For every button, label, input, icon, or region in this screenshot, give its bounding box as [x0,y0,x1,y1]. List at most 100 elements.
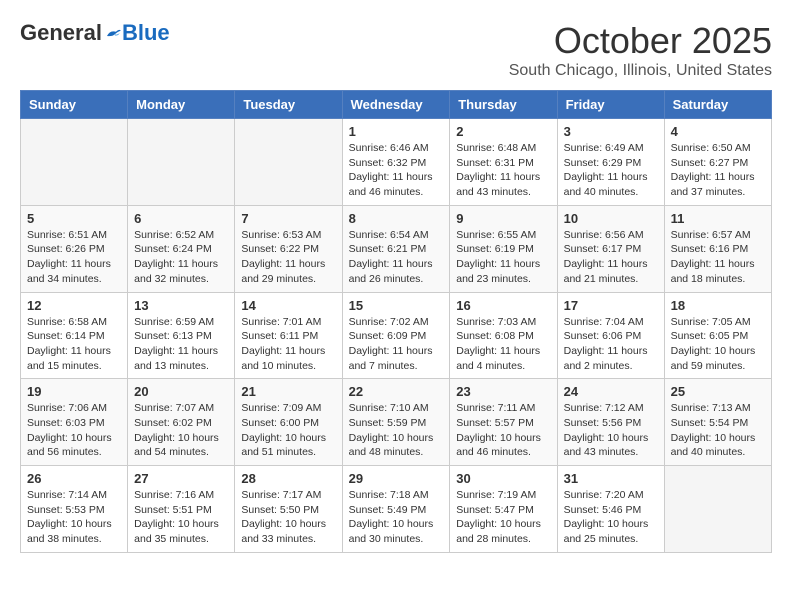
day-info: Sunrise: 7:20 AM Sunset: 5:46 PM Dayligh… [564,488,658,547]
calendar-cell: 6 Sunrise: 6:52 AM Sunset: 6:24 PM Daylig… [128,205,235,292]
logo-bird-icon [104,24,122,42]
day-info: Sunrise: 7:06 AM Sunset: 6:03 PM Dayligh… [27,401,121,460]
day-number: 7 [241,211,335,226]
calendar-cell: 11Sunrise: 6:57 AM Sunset: 6:16 PM Dayli… [664,205,771,292]
day-number: 31 [564,471,658,486]
calendar-cell: 15 Sunrise: 7:02 AM Sunset: 6:09 PM Dayli… [342,292,450,379]
day-number: 8 [349,211,444,226]
day-info: Sunrise: 6:48 AM Sunset: 6:31 PM Dayligh… [456,141,550,200]
day-info: Sunrise: 6:51 AM Sunset: 6:26 PM Dayligh… [27,228,121,287]
day-info: Sunrise: 7:13 AM Sunset: 5:54 PM Dayligh… [671,401,765,460]
calendar-cell [21,119,128,206]
day-info: Sunrise: 7:19 AM Sunset: 5:47 PM Dayligh… [456,488,550,547]
day-number: 16 [456,298,550,313]
day-number: 25 [671,384,765,399]
calendar-cell: 27Sunrise: 7:16 AM Sunset: 5:51 PM Dayli… [128,466,235,553]
calendar-cell: 17 Sunrise: 7:04 AM Sunset: 6:06 PM Dayli… [557,292,664,379]
day-number: 10 [564,211,658,226]
calendar-week-row: 12 Sunrise: 6:58 AM Sunset: 6:14 PM Dayli… [21,292,772,379]
calendar-cell: 13 Sunrise: 6:59 AM Sunset: 6:13 PM Dayli… [128,292,235,379]
calendar-cell: 8 Sunrise: 6:54 AM Sunset: 6:21 PM Daylig… [342,205,450,292]
calendar-cell: 24Sunrise: 7:12 AM Sunset: 5:56 PM Dayli… [557,379,664,466]
day-number: 9 [456,211,550,226]
logo: General Blue [20,20,170,46]
day-info: Sunrise: 6:52 AM Sunset: 6:24 PM Dayligh… [134,228,228,287]
calendar-cell: 28 Sunrise: 7:17 AM Sunset: 5:50 PM Dayli… [235,466,342,553]
day-info: Sunrise: 7:14 AM Sunset: 5:53 PM Dayligh… [27,488,121,547]
day-info: Sunrise: 7:07 AM Sunset: 6:02 PM Dayligh… [134,401,228,460]
calendar-cell: 29Sunrise: 7:18 AM Sunset: 5:49 PM Dayli… [342,466,450,553]
day-info: Sunrise: 6:55 AM Sunset: 6:19 PM Dayligh… [456,228,550,287]
calendar-week-row: 26 Sunrise: 7:14 AM Sunset: 5:53 PM Dayli… [21,466,772,553]
day-info: Sunrise: 6:50 AM Sunset: 6:27 PM Dayligh… [671,141,765,200]
calendar-cell: 7 Sunrise: 6:53 AM Sunset: 6:22 PM Daylig… [235,205,342,292]
logo-blue-text: Blue [122,20,170,46]
calendar-day-header: Tuesday [235,91,342,119]
calendar-cell [235,119,342,206]
calendar-day-header: Friday [557,91,664,119]
calendar-day-header: Monday [128,91,235,119]
calendar-cell: 5 Sunrise: 6:51 AM Sunset: 6:26 PM Daylig… [21,205,128,292]
day-info: Sunrise: 6:59 AM Sunset: 6:13 PM Dayligh… [134,315,228,374]
calendar-week-row: 5 Sunrise: 6:51 AM Sunset: 6:26 PM Daylig… [21,205,772,292]
day-info: Sunrise: 7:01 AM Sunset: 6:11 PM Dayligh… [241,315,335,374]
calendar-cell: 23 Sunrise: 7:11 AM Sunset: 5:57 PM Dayli… [450,379,557,466]
calendar-cell: 10 Sunrise: 6:56 AM Sunset: 6:17 PM Dayli… [557,205,664,292]
calendar-cell: 22 Sunrise: 7:10 AM Sunset: 5:59 PM Dayli… [342,379,450,466]
calendar-cell: 14 Sunrise: 7:01 AM Sunset: 6:11 PM Dayli… [235,292,342,379]
day-info: Sunrise: 7:03 AM Sunset: 6:08 PM Dayligh… [456,315,550,374]
day-info: Sunrise: 7:10 AM Sunset: 5:59 PM Dayligh… [349,401,444,460]
day-info: Sunrise: 7:11 AM Sunset: 5:57 PM Dayligh… [456,401,550,460]
calendar-day-header: Thursday [450,91,557,119]
day-number: 3 [564,124,658,139]
day-info: Sunrise: 7:17 AM Sunset: 5:50 PM Dayligh… [241,488,335,547]
day-number: 12 [27,298,121,313]
day-number: 18 [671,298,765,313]
calendar-day-header: Saturday [664,91,771,119]
calendar-week-row: 1Sunrise: 6:46 AM Sunset: 6:32 PM Daylig… [21,119,772,206]
day-info: Sunrise: 6:49 AM Sunset: 6:29 PM Dayligh… [564,141,658,200]
calendar-cell: 18Sunrise: 7:05 AM Sunset: 6:05 PM Dayli… [664,292,771,379]
day-info: Sunrise: 6:46 AM Sunset: 6:32 PM Dayligh… [349,141,444,200]
calendar-cell: 2Sunrise: 6:48 AM Sunset: 6:31 PM Daylig… [450,119,557,206]
day-info: Sunrise: 6:58 AM Sunset: 6:14 PM Dayligh… [27,315,121,374]
day-info: Sunrise: 7:16 AM Sunset: 5:51 PM Dayligh… [134,488,228,547]
day-info: Sunrise: 6:56 AM Sunset: 6:17 PM Dayligh… [564,228,658,287]
day-number: 28 [241,471,335,486]
day-number: 23 [456,384,550,399]
day-info: Sunrise: 6:54 AM Sunset: 6:21 PM Dayligh… [349,228,444,287]
calendar-cell: 16 Sunrise: 7:03 AM Sunset: 6:08 PM Dayli… [450,292,557,379]
day-info: Sunrise: 7:12 AM Sunset: 5:56 PM Dayligh… [564,401,658,460]
day-info: Sunrise: 6:53 AM Sunset: 6:22 PM Dayligh… [241,228,335,287]
location-subtitle: South Chicago, Illinois, United States [509,62,772,80]
day-number: 21 [241,384,335,399]
calendar-cell: 26 Sunrise: 7:14 AM Sunset: 5:53 PM Dayli… [21,466,128,553]
day-number: 26 [27,471,121,486]
calendar-table: SundayMondayTuesdayWednesdayThursdayFrid… [20,90,772,553]
day-number: 17 [564,298,658,313]
calendar-cell: 31 Sunrise: 7:20 AM Sunset: 5:46 PM Dayli… [557,466,664,553]
day-number: 6 [134,211,228,226]
day-number: 15 [349,298,444,313]
day-number: 14 [241,298,335,313]
calendar-cell: 1Sunrise: 6:46 AM Sunset: 6:32 PM Daylig… [342,119,450,206]
day-number: 19 [27,384,121,399]
day-number: 4 [671,124,765,139]
day-number: 5 [27,211,121,226]
calendar-day-header: Wednesday [342,91,450,119]
calendar-cell: 9 Sunrise: 6:55 AM Sunset: 6:19 PM Daylig… [450,205,557,292]
calendar-header-row: SundayMondayTuesdayWednesdayThursdayFrid… [21,91,772,119]
calendar-cell: 25 Sunrise: 7:13 AM Sunset: 5:54 PM Dayli… [664,379,771,466]
day-number: 29 [349,471,444,486]
day-info: Sunrise: 7:04 AM Sunset: 6:06 PM Dayligh… [564,315,658,374]
day-number: 13 [134,298,228,313]
calendar-week-row: 19 Sunrise: 7:06 AM Sunset: 6:03 PM Dayli… [21,379,772,466]
calendar-cell [664,466,771,553]
day-number: 11 [671,211,765,226]
calendar-cell: 20 Sunrise: 7:07 AM Sunset: 6:02 PM Dayli… [128,379,235,466]
day-number: 22 [349,384,444,399]
calendar-cell: 30 Sunrise: 7:19 AM Sunset: 5:47 PM Dayli… [450,466,557,553]
day-number: 30 [456,471,550,486]
day-info: Sunrise: 7:02 AM Sunset: 6:09 PM Dayligh… [349,315,444,374]
day-number: 20 [134,384,228,399]
